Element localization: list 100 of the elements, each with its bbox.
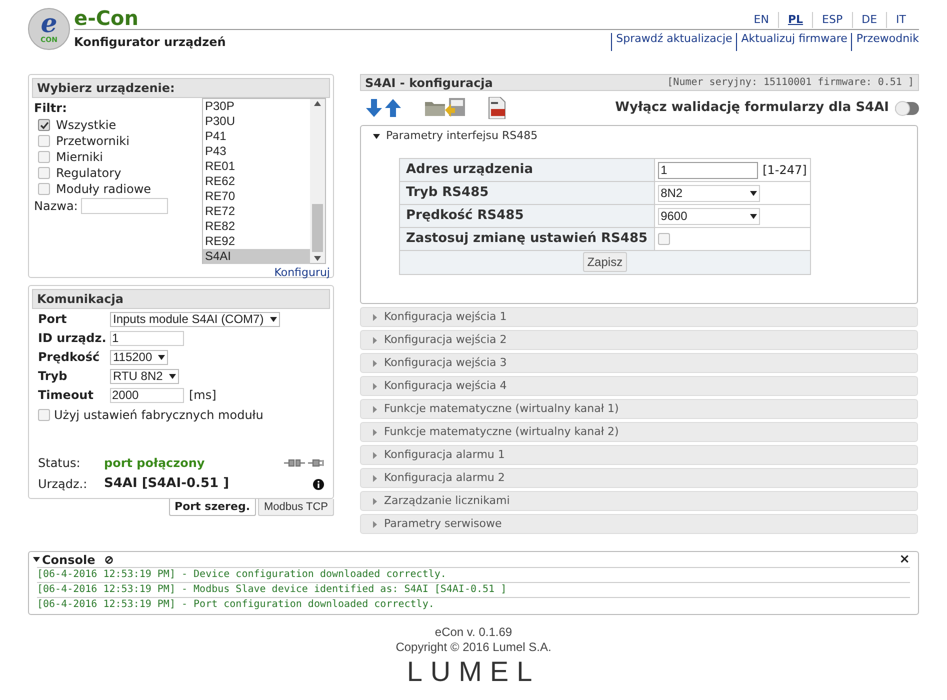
section-header[interactable]: Zarządzanie licznikami xyxy=(360,491,918,511)
checkbox[interactable] xyxy=(38,151,50,163)
caret-icon xyxy=(750,190,757,196)
range-hint: [1-247] xyxy=(762,162,807,179)
header-link[interactable]: Aktualizuj firmware xyxy=(736,33,848,51)
checkbox[interactable] xyxy=(38,183,50,195)
device-label: Urządz.: xyxy=(38,476,88,493)
caret-icon xyxy=(373,406,377,412)
caret-icon xyxy=(158,354,166,360)
filter-option[interactable]: Moduły radiowe xyxy=(56,180,152,198)
language-link[interactable]: PL xyxy=(778,12,812,28)
section-header[interactable]: Funkcje matematyczne (wirtualny kanał 2) xyxy=(360,422,918,442)
close-button[interactable]: × xyxy=(899,553,910,566)
brand-logo: LUMEL xyxy=(406,657,540,687)
header-link[interactable]: Przewodnik xyxy=(851,33,919,51)
dropdown[interactable]: 8N2 xyxy=(658,184,760,202)
caret-icon xyxy=(373,360,377,366)
console-title[interactable]: Console xyxy=(42,550,96,568)
caret-icon xyxy=(373,452,377,458)
name-field[interactable] xyxy=(80,198,168,214)
folder-icon[interactable] xyxy=(425,100,445,116)
validation-label: Wyłącz walidację formularzy dla S4AI xyxy=(615,99,889,118)
configure-link[interactable]: Konfiguruj xyxy=(274,265,330,282)
app-subtitle: Konfigurator urządzeń xyxy=(74,34,226,51)
section-header[interactable]: Konfiguracja wejścia 1 xyxy=(360,307,918,327)
device-option[interactable]: P30U xyxy=(203,114,310,129)
device-option[interactable]: RE72 xyxy=(203,204,310,219)
param-label: Adres urządzenia xyxy=(400,158,654,182)
connection-tab[interactable]: Port szereg. xyxy=(168,499,256,516)
panel-title: Komunikacja xyxy=(32,289,330,309)
section-header[interactable]: Funkcje matematyczne (wirtualny kanał 1) xyxy=(360,399,918,419)
caret-icon xyxy=(373,336,377,344)
device-option[interactable]: P41 xyxy=(203,129,310,144)
factory-settings-option[interactable]: Użyj ustawień fabrycznych modułu xyxy=(54,406,264,424)
dropdown[interactable]: Inputs module S4AI (COM7) xyxy=(110,312,280,326)
pdf-icon[interactable] xyxy=(487,97,507,119)
filter-option[interactable]: Przetworniki xyxy=(56,132,130,150)
text-field[interactable]: 2000 xyxy=(110,388,184,402)
console-line: [06-4-2016 12:53:19 PM] - Modbus Slave device identified as: S4AI [S4AI-0.51 ] xyxy=(37,582,910,597)
upload-icon[interactable] xyxy=(385,99,401,117)
save-file-icon[interactable] xyxy=(445,98,465,118)
param-label: Tryb RS485 xyxy=(400,182,654,204)
field-label: Prędkość xyxy=(38,349,101,366)
language-link[interactable]: EN xyxy=(744,12,778,28)
caret-icon xyxy=(373,498,377,504)
serial-info: [Numer seryjny: 15110001 firmware: 0.51 ] xyxy=(667,76,914,90)
device-option[interactable]: RE82 xyxy=(203,219,310,234)
checkbox[interactable] xyxy=(38,409,50,421)
text-field[interactable]: 1 xyxy=(110,330,184,346)
dropdown[interactable]: 115200 xyxy=(110,350,168,364)
header-link[interactable]: Sprawdź aktualizacje xyxy=(611,33,732,51)
language-link[interactable]: IT xyxy=(886,12,915,28)
checkbox[interactable] xyxy=(38,119,50,131)
caret-icon xyxy=(33,557,40,562)
download-icon[interactable] xyxy=(366,99,382,117)
section-header[interactable]: Konfiguracja alarmu 2 xyxy=(360,468,918,488)
caret-icon xyxy=(750,214,757,218)
device-list[interactable]: P30P P30U P41 P43 RE01 RE62 RE70 RE72 RE82 RE92 S4AI xyxy=(202,98,326,264)
validation-toggle[interactable] xyxy=(895,102,919,114)
section-header[interactable]: Konfiguracja wejścia 4 xyxy=(360,376,918,396)
status-label: Status: xyxy=(38,455,82,472)
device-option[interactable]: S4AI xyxy=(203,249,310,264)
name-label: Nazwa: xyxy=(34,198,78,215)
caret-icon xyxy=(373,314,377,320)
connection-tab[interactable]: Modbus TCP xyxy=(258,499,334,516)
section-header[interactable]: Konfiguracja wejścia 3 xyxy=(360,353,918,373)
clear-icon[interactable] xyxy=(105,556,114,564)
caret-icon xyxy=(373,382,377,390)
language-link[interactable]: DE xyxy=(852,12,886,28)
save-button[interactable]: Zapisz xyxy=(583,252,627,272)
device-option[interactable]: P30P xyxy=(203,99,310,114)
device-value: S4AI [S4AI-0.51 ] xyxy=(104,475,230,494)
app-title: e-Con xyxy=(74,8,139,28)
section-header[interactable]: Konfiguracja alarmu 1 xyxy=(360,445,918,465)
dropdown[interactable]: RTU 8N2 xyxy=(110,368,179,384)
scrollbar-icon xyxy=(310,99,325,263)
device-option[interactable]: P43 xyxy=(203,144,310,159)
device-option[interactable]: RE01 xyxy=(203,159,310,174)
filter-option[interactable]: Mierniki xyxy=(56,148,104,166)
checkbox[interactable] xyxy=(658,233,670,245)
text-field[interactable]: 1 xyxy=(658,162,758,178)
section-header[interactable]: Konfiguracja wejścia 2 xyxy=(360,330,918,350)
dropdown[interactable]: 9600 xyxy=(658,208,760,224)
checkbox[interactable] xyxy=(38,135,50,147)
section-header[interactable]: Parametry interfejsu RS485 xyxy=(361,126,917,146)
caret-icon xyxy=(373,474,377,482)
console-line: [06-4-2016 12:53:19 PM] - Port configuration downloaded correctly. xyxy=(37,597,910,612)
filter-option[interactable]: Wszystkie xyxy=(56,116,116,134)
section-header[interactable]: Parametry serwisowe xyxy=(360,514,918,534)
caret-icon xyxy=(168,374,176,378)
console-line: [06-4-2016 12:53:19 PM] - Device configuration downloaded correctly. xyxy=(37,567,910,582)
checkbox[interactable] xyxy=(38,167,50,179)
param-label: Prędkość RS485 xyxy=(400,204,654,228)
device-option[interactable]: RE70 xyxy=(203,189,310,204)
device-option[interactable]: RE62 xyxy=(203,174,310,189)
param-label: Zastosuj zmianę ustawień RS485 xyxy=(400,228,654,250)
info-icon[interactable] xyxy=(313,478,324,490)
filter-option[interactable]: Regulatory xyxy=(56,164,122,182)
device-option[interactable]: RE92 xyxy=(203,234,310,249)
language-link[interactable]: ESP xyxy=(812,12,852,28)
